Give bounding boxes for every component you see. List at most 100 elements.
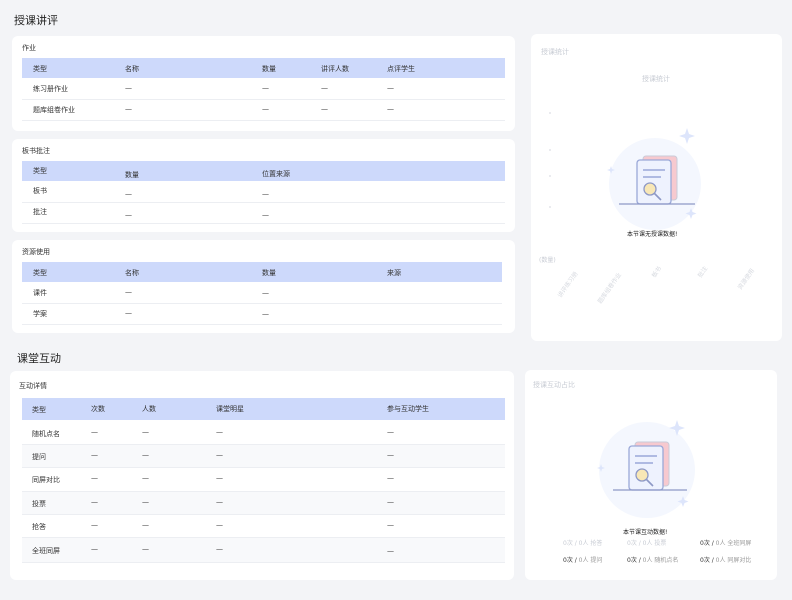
column-header: 名称: [125, 269, 139, 277]
column-header: 数量: [262, 269, 276, 277]
resources-card: 资源使用 类型 名称 数量 来源 课件 — — 学案 — —: [12, 240, 515, 333]
table-cell: —: [216, 451, 223, 459]
table-cell: —: [321, 84, 328, 92]
table-cell: —: [142, 521, 149, 529]
table-row: 提问 — — — —: [22, 445, 505, 468]
table-cell: 板书: [33, 187, 47, 195]
teaching-stats-card: 授课统计 授课统计 (数量) 本节课无授课数据! 讲评练习册 题库组卷作业 板书…: [531, 34, 782, 341]
interaction-table: 类型 次数 人数 课堂明星 参与互动学生 随机点名 — — — — 提问 — —…: [22, 398, 505, 563]
resources-table-header: 类型 名称 数量 来源: [22, 262, 502, 282]
stat-label: 全班同屏: [727, 540, 752, 547]
table-cell: 投票: [32, 500, 46, 508]
table-cell: —: [142, 428, 149, 436]
stats-empty-text: 本节课无授课数据!: [627, 231, 678, 238]
column-header: 数量: [262, 65, 276, 73]
homework-table-header: 类型 名称 数量 讲评人数 点评学生: [22, 58, 505, 78]
stat-count: 0次: [563, 557, 573, 564]
table-cell: —: [216, 545, 223, 553]
stat-label: 随机点名: [654, 557, 679, 564]
stat-count: 0次: [627, 557, 637, 564]
interaction-stat-item: 0次 / 0人 随机点名: [627, 557, 679, 564]
table-cell: —: [262, 211, 269, 219]
table-cell: 同屏对比: [32, 476, 60, 484]
table-row: 学案 — —: [22, 303, 502, 325]
table-cell: —: [125, 309, 132, 317]
table-cell: —: [262, 190, 269, 198]
interaction-stat-item: 0次 / 0人 抢答: [563, 540, 603, 547]
table-cell: —: [262, 289, 269, 297]
board-table-header: 类型 数量 位置来源: [22, 161, 505, 181]
column-header: 课堂明星: [216, 405, 244, 413]
table-cell: —: [91, 498, 98, 506]
x-axis-label: 板书: [650, 265, 664, 280]
column-header: 位置来源: [262, 170, 290, 178]
table-cell: —: [321, 105, 328, 113]
table-cell: —: [91, 428, 98, 436]
interaction-stat-item: 0次 / 0人 同屏对比: [700, 557, 752, 564]
homework-card-title: 作业: [22, 44, 36, 52]
table-cell: 提问: [32, 453, 46, 461]
column-header: 名称: [125, 65, 139, 73]
table-cell: —: [387, 451, 394, 459]
board-card-title: 板书批注: [22, 147, 50, 155]
ratio-empty-text: 本节课互动数据!: [623, 529, 668, 536]
table-cell: —: [216, 498, 223, 506]
resources-card-title: 资源使用: [22, 248, 50, 256]
table-cell: 课件: [33, 289, 47, 297]
table-cell: 全班同屏: [32, 547, 60, 555]
board-table: 类型 数量 位置来源 板书 — — 批注 — —: [22, 161, 505, 224]
stat-count: 0次: [700, 540, 710, 547]
table-row: 抢答 — — — —: [22, 515, 505, 538]
board-card: 板书批注 类型 数量 位置来源 板书 — — 批注 — —: [12, 139, 515, 232]
x-axis-label: 题库组卷作业: [596, 271, 624, 306]
stat-label: 同屏对比: [727, 557, 752, 564]
table-cell: —: [387, 105, 394, 113]
table-cell: —: [387, 428, 394, 436]
table-cell: —: [91, 451, 98, 459]
table-cell: —: [91, 521, 98, 529]
column-header: 讲评人数: [321, 65, 349, 73]
table-cell: —: [142, 451, 149, 459]
interaction-stat-item: 0次 / 0人 提问: [563, 557, 603, 564]
interaction-card-title: 互动详情: [19, 382, 47, 390]
table-cell: —: [125, 190, 132, 198]
table-cell: —: [125, 288, 132, 296]
resources-table: 类型 名称 数量 来源 课件 — — 学案 — —: [22, 262, 502, 325]
column-header: 参与互动学生: [387, 405, 429, 413]
interaction-table-header: 类型 次数 人数 课堂明星 参与互动学生: [22, 398, 505, 420]
interaction-ratio-card: 授课互动占比 本节课互动数据! 0次 / 0人 抢答 0次 / 0人 投票 0次…: [525, 370, 777, 580]
interaction-stat-item: 0次 / 0人 全班同屏: [700, 540, 752, 547]
table-row: 随机点名 — — — —: [22, 422, 505, 445]
column-header: 类型: [33, 65, 47, 73]
axis-tick: [549, 175, 551, 177]
table-cell: —: [262, 310, 269, 318]
table-cell: —: [387, 498, 394, 506]
table-cell: —: [387, 547, 394, 555]
axis-tick: [549, 149, 551, 151]
table-row: 批注 — —: [22, 202, 505, 224]
table-row: 板书 — —: [22, 181, 505, 203]
x-axis-label: 批注: [696, 265, 710, 280]
table-cell: —: [125, 105, 132, 113]
x-axis-label: 讲评练习册: [556, 270, 580, 300]
table-row: 练习册作业 — — — —: [22, 78, 505, 100]
stat-label: 抢答: [590, 540, 603, 547]
empty-state-illustration: [597, 420, 695, 518]
table-cell: —: [387, 84, 394, 92]
table-cell: —: [125, 84, 132, 92]
table-row: 题库组卷作业 — — — —: [22, 99, 505, 121]
table-cell: 抢答: [32, 523, 46, 531]
table-cell: —: [142, 498, 149, 506]
table-cell: 学案: [33, 310, 47, 318]
x-axis-label: 资源使用: [736, 267, 757, 292]
homework-card: 作业 类型 名称 数量 讲评人数 点评学生 练习册作业 — — — — 题库组卷…: [12, 36, 515, 131]
table-cell: 批注: [33, 208, 47, 216]
axis-tick: [549, 206, 551, 208]
table-cell: —: [125, 211, 132, 219]
table-cell: —: [91, 545, 98, 553]
stats-card-title: 授课统计: [541, 48, 569, 56]
stat-count: 0次: [563, 540, 573, 547]
table-row: 课件 — —: [22, 282, 502, 304]
ratio-card-title: 授课互动占比: [533, 381, 575, 389]
table-row: 投票 — — — —: [22, 492, 505, 515]
